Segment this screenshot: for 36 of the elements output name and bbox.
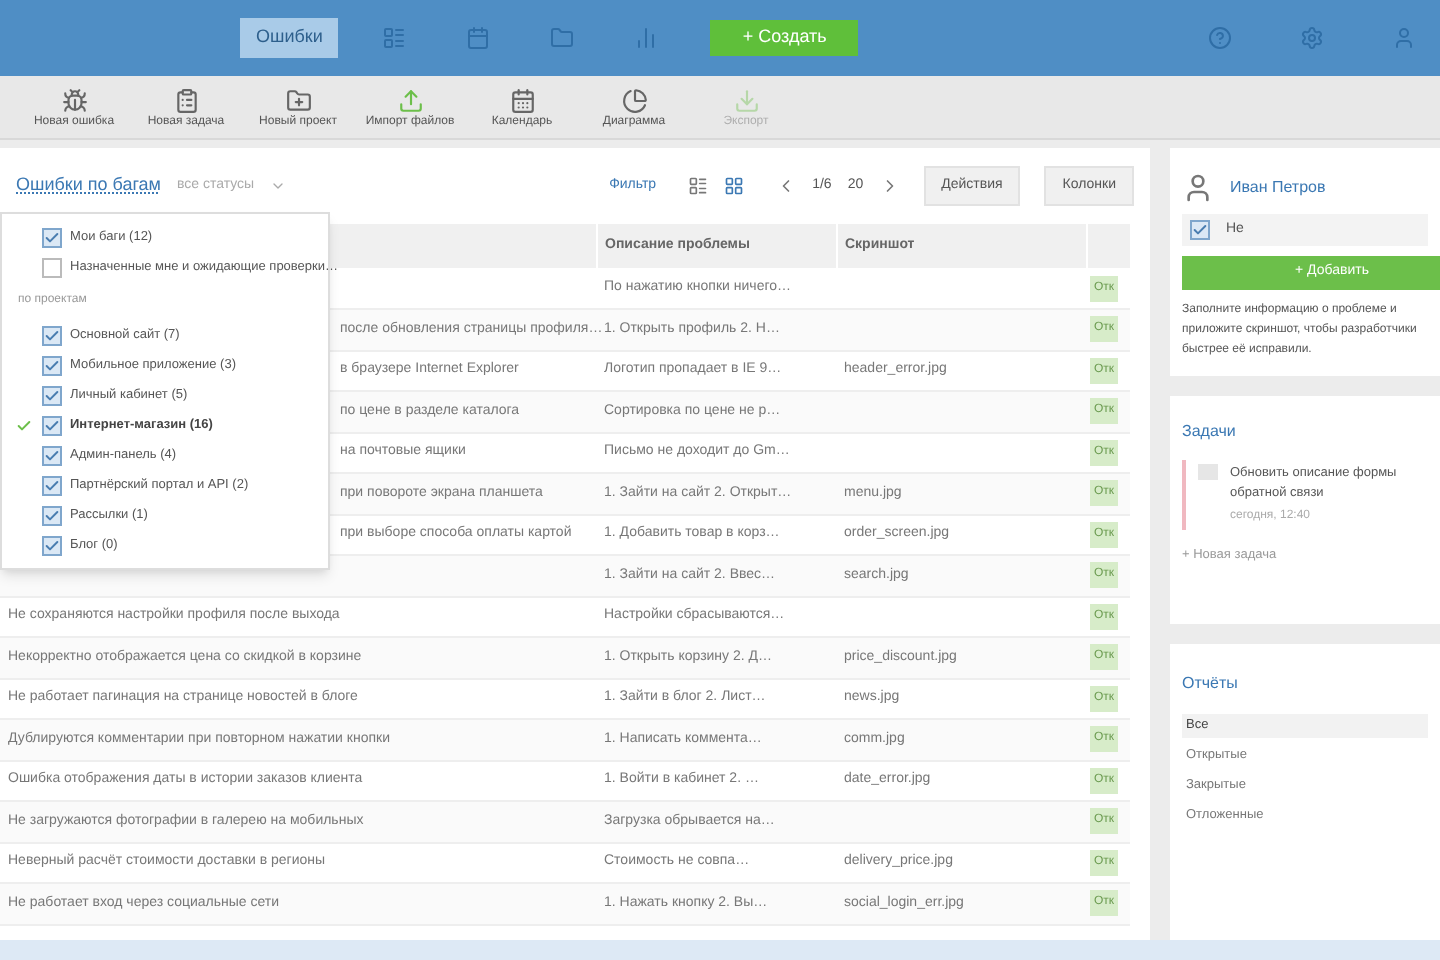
upload-icon — [397, 87, 423, 113]
user-name[interactable]: Иван Петров — [1230, 176, 1326, 200]
folder-plus-icon — [285, 87, 311, 113]
download-icon — [733, 87, 759, 113]
calendar-icon — [466, 26, 491, 50]
checkbox[interactable] — [42, 415, 62, 435]
checkbox[interactable] — [42, 505, 62, 525]
user-icon — [1182, 172, 1214, 204]
checkbox[interactable] — [42, 475, 62, 495]
checkbox[interactable] — [42, 385, 62, 405]
calendar-icon — [509, 87, 535, 113]
checkbox[interactable] — [42, 535, 62, 555]
help-icon — [1208, 26, 1232, 50]
chart-icon — [634, 26, 659, 50]
settings-icon — [1300, 26, 1324, 50]
checkbox[interactable] — [42, 445, 62, 465]
folder-icon — [550, 26, 575, 50]
card-title: Задачи — [1182, 420, 1238, 444]
card-title: Отчёты — [1182, 672, 1240, 697]
check-icon — [16, 417, 32, 433]
list-icon — [688, 176, 709, 196]
checkbox[interactable] — [1190, 220, 1210, 240]
task-icon — [1198, 464, 1218, 480]
checkbox[interactable] — [42, 227, 62, 247]
checkbox[interactable] — [42, 325, 62, 345]
checkbox[interactable] — [42, 257, 62, 277]
user-icon — [1392, 26, 1416, 50]
grid-icon — [724, 176, 745, 196]
list-icon — [382, 26, 407, 50]
clipboard-icon — [173, 87, 199, 113]
nav-tab[interactable]: Ошибки — [240, 18, 339, 58]
bug-icon — [61, 87, 87, 113]
checkbox[interactable] — [42, 355, 62, 375]
filter-title[interactable]: Ошибки по багам — [16, 172, 161, 200]
pie-chart-icon — [621, 87, 647, 113]
caret-icon — [270, 178, 287, 194]
